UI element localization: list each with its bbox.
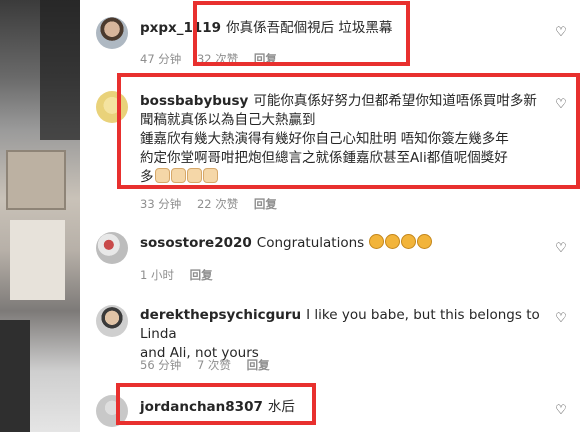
clap-emoji-icon xyxy=(369,234,385,249)
pray-emoji-icon xyxy=(154,168,170,183)
comment-username[interactable]: sosostore2020 xyxy=(140,235,252,251)
avatar[interactable] xyxy=(96,305,128,337)
reply-button[interactable]: 回复 xyxy=(190,268,213,282)
comment-username[interactable]: bossbabybusy xyxy=(140,93,248,109)
photo-shadow xyxy=(40,0,80,140)
comment-likes[interactable]: 22 次赞 xyxy=(197,197,238,211)
comment-body: jordanchan8307 水后 xyxy=(140,398,544,417)
comment-username[interactable]: jordanchan8307 xyxy=(140,399,263,415)
avatar[interactable] xyxy=(96,232,128,264)
heart-outline-icon[interactable]: ♡ xyxy=(554,404,568,418)
comment-likes[interactable]: 32 次赞 xyxy=(197,52,238,66)
comment-time: 1 小时 xyxy=(140,268,174,282)
comment-username[interactable]: derekthepsychicguru xyxy=(140,307,301,323)
clap-emoji-icon xyxy=(401,234,417,249)
comment-body: derekthepsychicguru I like you babe, but … xyxy=(140,306,544,363)
comment-meta: 33 分钟 22 次赞 回复 xyxy=(140,196,289,212)
reply-button[interactable]: 回复 xyxy=(254,197,277,211)
photo-paper xyxy=(10,220,65,300)
photo-shelf xyxy=(6,150,66,210)
clap-emoji-icon xyxy=(417,234,433,249)
comment-body: sosostore2020 Congratulations xyxy=(140,234,544,253)
comment-username[interactable]: pxpx_1119 xyxy=(140,20,221,36)
avatar[interactable] xyxy=(96,17,128,49)
comment-body: bossbabybusy 可能你真係好努力但都希望你知道唔係買咁多新聞稿就真係以為… xyxy=(140,92,544,187)
comment-text: Congratulations xyxy=(256,235,365,251)
comment-time: 47 分钟 xyxy=(140,52,182,66)
heart-outline-icon[interactable]: ♡ xyxy=(554,98,568,112)
avatar[interactable] xyxy=(96,91,128,123)
comment-meta: 1 小时 回复 xyxy=(140,267,225,283)
comment-body: pxpx_1119 你真係吾配個視后 垃圾黑幕 xyxy=(140,19,544,38)
pray-emoji-icon xyxy=(202,168,218,183)
comment-text-line: 鍾嘉欣有幾大熱演得有幾好你自己心知肚明 唔知你簽左幾多年 xyxy=(140,131,509,147)
comment-list[interactable]: pxpx_1119 你真係吾配個視后 垃圾黑幕 47 分钟 32 次赞 回复 ♡ … xyxy=(80,0,582,432)
comment-time: 33 分钟 xyxy=(140,197,182,211)
avatar[interactable] xyxy=(96,395,128,427)
heart-outline-icon[interactable]: ♡ xyxy=(554,26,568,40)
heart-outline-icon[interactable]: ♡ xyxy=(554,242,568,256)
pray-emoji-icon xyxy=(170,168,186,183)
heart-outline-icon[interactable]: ♡ xyxy=(554,312,568,326)
comment-likes[interactable]: 7 次赞 xyxy=(197,358,231,372)
clap-emoji-icon xyxy=(385,234,401,249)
photo-dark-area xyxy=(0,320,30,432)
comment-time: 56 分钟 xyxy=(140,358,182,372)
comment-meta: 47 分钟 32 次赞 回复 xyxy=(140,51,289,67)
reply-button[interactable]: 回复 xyxy=(254,52,277,66)
comment-meta: 56 分钟 7 次赞 回复 xyxy=(140,357,282,373)
comment-text-line: 約定你堂啊哥咁把炮但總言之就係鍾嘉欣甚至Ali都值呢個獎好 xyxy=(140,150,508,166)
pray-emoji-icon xyxy=(186,168,202,183)
comment-text-line: 多 xyxy=(140,169,154,185)
reply-button[interactable]: 回复 xyxy=(247,358,270,372)
background-photo xyxy=(0,0,80,432)
comment-text: 水后 xyxy=(267,399,295,415)
comment-text: 你真係吾配個視后 垃圾黑幕 xyxy=(226,20,393,36)
